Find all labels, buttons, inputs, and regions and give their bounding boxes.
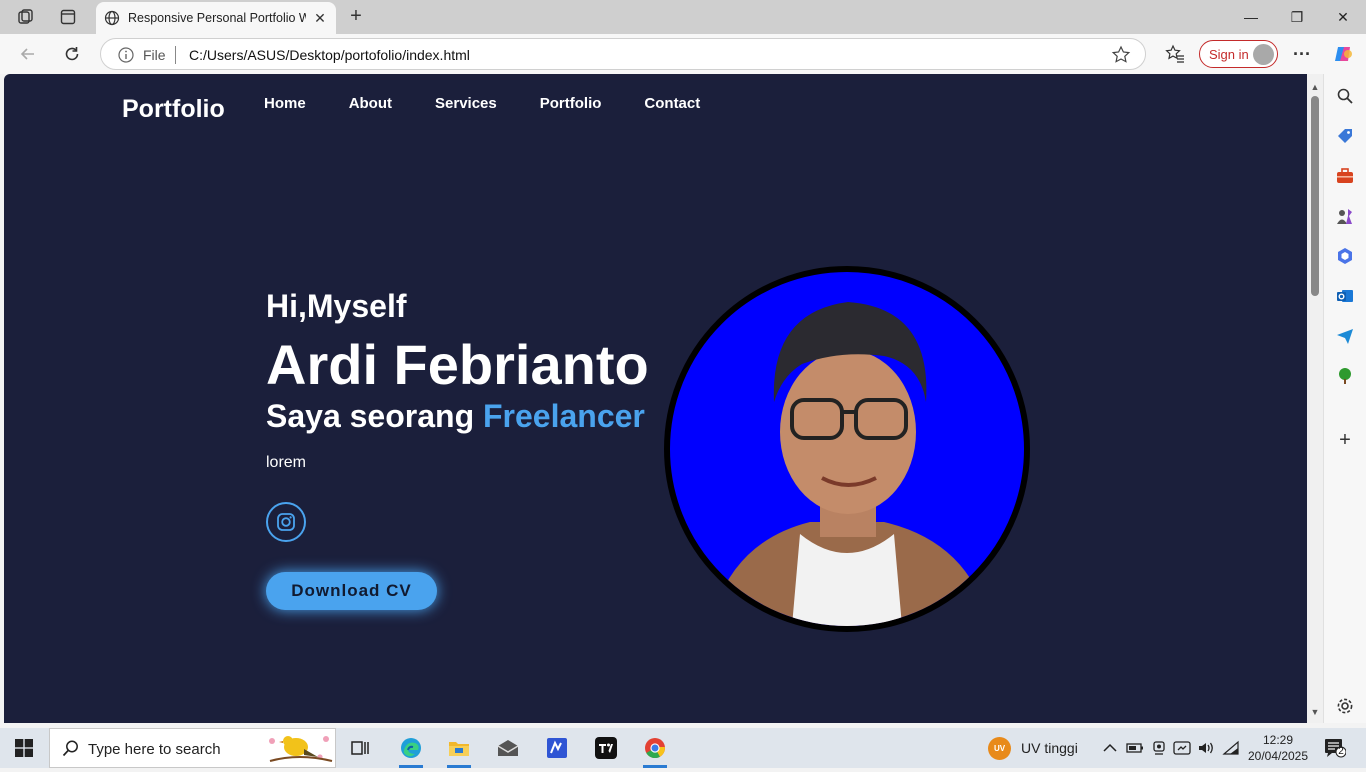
scroll-up-icon[interactable]: ▲	[1310, 82, 1320, 92]
nav-home[interactable]: Home	[264, 95, 306, 112]
search-icon[interactable]	[1335, 86, 1355, 106]
role-prefix: Saya seorang	[266, 398, 475, 434]
search-icon	[62, 739, 80, 762]
file-explorer-icon[interactable]	[445, 734, 473, 768]
page-scrollbar[interactable]: ▲ ▼	[1307, 74, 1323, 723]
vscode-app-icon[interactable]	[543, 734, 571, 762]
address-scheme: File	[143, 47, 166, 63]
address-bar[interactable]: File C:/Users/ASUS/Desktop/portofolio/in…	[100, 38, 1146, 70]
role-highlight: Freelancer	[483, 398, 645, 434]
more-options-icon[interactable]: ···	[1290, 42, 1314, 66]
refresh-button[interactable]	[60, 42, 84, 66]
browser-tab[interactable]: Responsive Personal Portfolio We ✕	[96, 2, 336, 34]
chrome-icon[interactable]	[641, 734, 669, 768]
site-logo[interactable]: Portfolio	[122, 95, 225, 124]
hero-role: Saya seorang Freelancer	[266, 398, 645, 435]
tab-title: Responsive Personal Portfolio We	[128, 11, 306, 25]
favorite-star-icon[interactable]	[1111, 45, 1131, 65]
tab-actions-icon[interactable]	[57, 6, 79, 28]
nav-about[interactable]: About	[349, 95, 392, 112]
back-button[interactable]	[16, 42, 40, 66]
notification-count: 2	[1338, 746, 1344, 757]
minimize-button[interactable]: —	[1228, 0, 1274, 34]
toolbar: File C:/Users/ASUS/Desktop/portofolio/in…	[0, 34, 1366, 74]
favorites-icon[interactable]	[1163, 42, 1187, 66]
address-url[interactable]: C:/Users/ASUS/Desktop/portofolio/index.h…	[189, 47, 470, 63]
webcam-icon[interactable]	[1150, 739, 1168, 757]
mail-icon[interactable]	[494, 734, 522, 762]
shopping-tag-icon[interactable]	[1335, 126, 1355, 146]
close-window-button[interactable]: ✕	[1320, 0, 1366, 34]
close-tab-icon[interactable]: ✕	[312, 10, 328, 26]
battery-icon[interactable]	[1126, 739, 1144, 757]
copilot-icon[interactable]	[1332, 42, 1356, 66]
add-sidebar-app-icon[interactable]: +	[1335, 429, 1355, 451]
taskbar: Type here to search UV UV tinggi 12:29 2…	[0, 728, 1366, 768]
show-hidden-icons-chevron-icon[interactable]	[1101, 739, 1119, 757]
sign-in-button[interactable]: Sign in	[1199, 40, 1278, 68]
edge-taskbar-icon[interactable]	[397, 734, 425, 768]
notification-center-icon[interactable]: 2	[1324, 738, 1347, 758]
taskbar-search[interactable]: Type here to search	[49, 728, 336, 768]
instagram-link[interactable]	[266, 502, 306, 542]
greeting: Hi,Myself	[266, 288, 407, 324]
search-placeholder: Type here to search	[88, 741, 221, 758]
sign-in-label: Sign in	[1209, 46, 1249, 62]
send-icon[interactable]	[1335, 326, 1355, 346]
network-icon[interactable]	[1222, 739, 1240, 757]
outlook-icon[interactable]	[1335, 286, 1355, 306]
nav-portfolio[interactable]: Portfolio	[540, 95, 602, 112]
new-tab-button[interactable]: +	[345, 5, 367, 27]
tools-icon[interactable]	[1335, 166, 1355, 186]
hero-name: Ardi Febrianto	[266, 333, 649, 396]
volume-icon[interactable]	[1197, 739, 1215, 757]
task-view-icon[interactable]	[346, 734, 374, 762]
uv-weather-icon[interactable]: UV	[988, 737, 1011, 760]
site-nav: Home About Services Portfolio Contact	[264, 95, 743, 112]
tradingview-icon[interactable]	[592, 734, 620, 762]
windows-start-icon[interactable]	[14, 738, 34, 758]
hero-description: lorem	[266, 454, 307, 471]
avatar	[1253, 44, 1274, 65]
scroll-thumb[interactable]	[1311, 96, 1319, 296]
clock-date: 20/04/2025	[1247, 749, 1309, 763]
info-icon[interactable]	[117, 46, 135, 64]
taskbar-clock[interactable]: 12:29 20/04/2025	[1244, 732, 1312, 764]
bird-illustration-icon	[264, 731, 334, 772]
profile-photo	[664, 266, 1030, 632]
nav-services[interactable]: Services	[435, 95, 497, 112]
globe-icon	[102, 8, 122, 28]
instagram-icon	[277, 513, 295, 531]
weather-text[interactable]: UV tinggi	[1021, 740, 1078, 756]
settings-gear-icon[interactable]	[1335, 696, 1355, 716]
edge-sidebar: +	[1323, 74, 1366, 723]
games-icon[interactable]	[1335, 206, 1355, 226]
title-bar: Responsive Personal Portfolio We ✕ + — ❐…	[0, 0, 1366, 34]
scroll-down-icon[interactable]: ▼	[1310, 707, 1320, 717]
address-separator	[175, 46, 176, 64]
nav-contact[interactable]: Contact	[644, 95, 700, 112]
tree-icon[interactable]	[1335, 366, 1355, 386]
portfolio-page: Portfolio Home About Services Portfolio …	[4, 74, 1307, 723]
clock-time: 12:29	[1262, 733, 1294, 747]
restore-button[interactable]: ❐	[1274, 0, 1320, 34]
workspaces-icon[interactable]	[15, 6, 37, 28]
meet-now-icon[interactable]	[1173, 739, 1191, 757]
microsoft-365-icon[interactable]	[1335, 246, 1355, 266]
download-cv-button[interactable]: Download CV	[266, 572, 437, 610]
